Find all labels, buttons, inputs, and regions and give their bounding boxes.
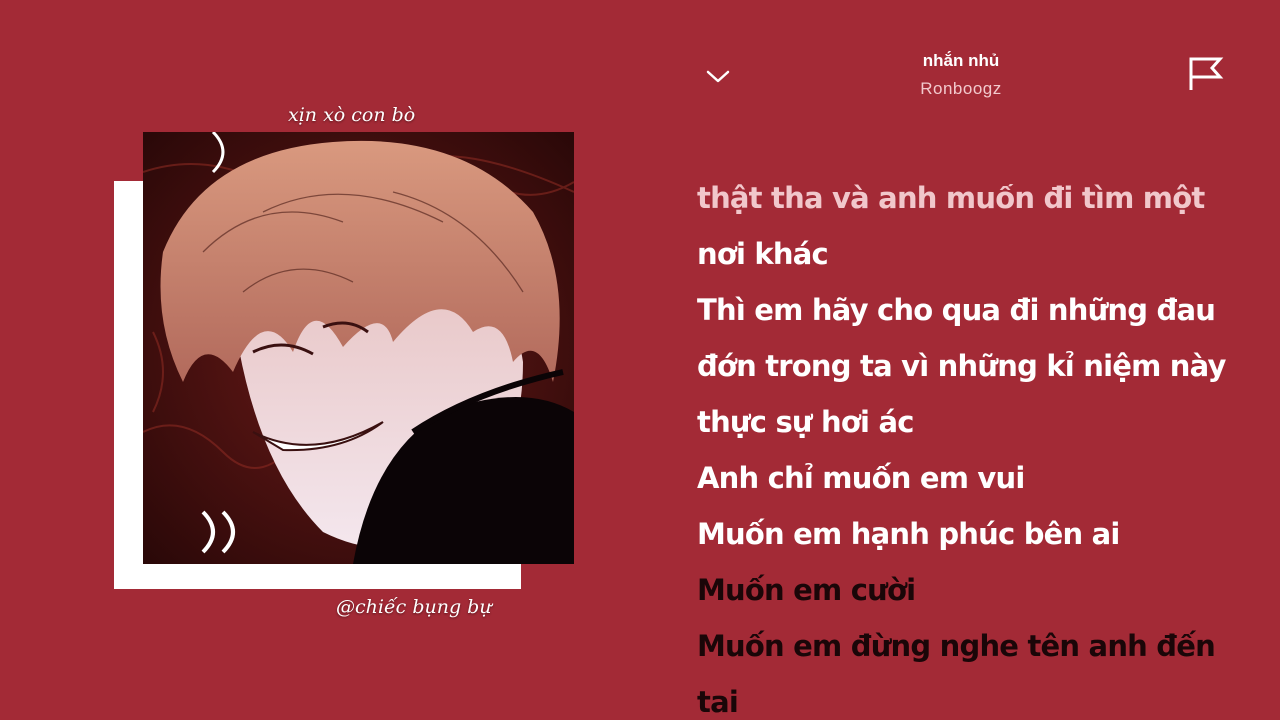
lyrics-screen: xịn xò con bò @chiếc bụng bự nhắn nhủ Ro… <box>0 0 1280 720</box>
lyric-line[interactable]: Muốn em cười <box>697 562 1257 618</box>
lyric-line[interactable]: Muốn em hạnh phúc bên ai <box>697 506 1257 562</box>
lyric-line[interactable]: Anh chỉ muốn em vui <box>697 450 1257 506</box>
album-artwork <box>143 132 574 564</box>
song-header: nhắn nhủ Ronboogz <box>861 50 1061 100</box>
lyric-line[interactable]: đớn trong ta vì những kỉ niệm này <box>697 338 1257 394</box>
lyric-line[interactable]: nơi khác <box>697 226 1257 282</box>
lyric-line[interactable]: thực sự hơi ác <box>697 394 1257 450</box>
lyric-line[interactable]: Thì em hãy cho qua đi những đau <box>697 282 1257 338</box>
lyric-line[interactable]: Muốn em đừng nghe tên anh đến <box>697 618 1257 674</box>
lyric-line[interactable]: tai <box>697 674 1257 720</box>
song-artist[interactable]: Ronboogz <box>861 78 1061 100</box>
artwork-caption-top: xịn xò con bò <box>288 104 416 126</box>
lyrics-panel[interactable]: thật tha và anh muốn đi tìm một nơi khác T… <box>697 170 1257 720</box>
song-title: nhắn nhủ <box>922 51 1000 70</box>
flag-icon <box>1189 57 1224 90</box>
collapse-button[interactable] <box>703 62 733 92</box>
report-button[interactable] <box>1186 55 1224 93</box>
artwork-caption-bottom: @chiếc bụng bự <box>336 596 492 618</box>
lyric-line[interactable]: thật tha và anh muốn đi tìm một <box>697 184 1257 226</box>
chevron-down-icon <box>706 70 730 83</box>
